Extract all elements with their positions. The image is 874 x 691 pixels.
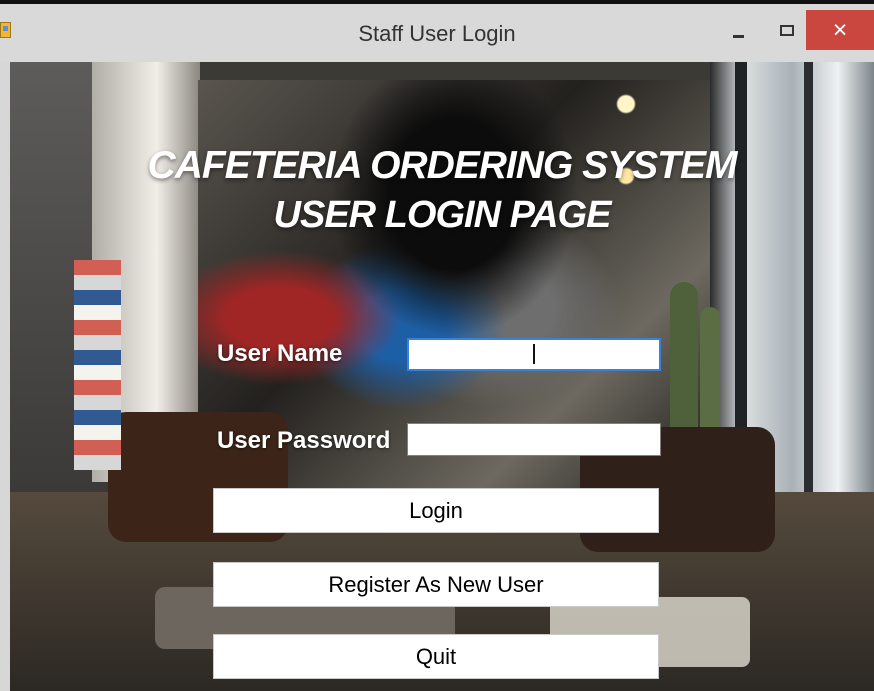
- minimize-button[interactable]: [717, 10, 759, 50]
- login-window: Staff User Login × CAFETERIA ORDERING SY…: [0, 4, 874, 691]
- page-title-line-1: CAFETERIA ORDERING SYSTEM: [147, 144, 738, 187]
- text-caret: [533, 344, 535, 364]
- maximize-icon: [780, 24, 794, 36]
- background-magazine-rack: [74, 260, 121, 470]
- maximize-button[interactable]: [766, 10, 808, 50]
- minimize-icon: [732, 34, 744, 38]
- close-button[interactable]: ×: [806, 10, 874, 50]
- title-bar: Staff User Login ×: [0, 4, 874, 62]
- login-form-area: CAFETERIA ORDERING SYSTEM USER LOGIN PAG…: [10, 62, 874, 691]
- password-input[interactable]: [407, 423, 661, 456]
- username-label: User Name: [217, 340, 343, 367]
- login-button[interactable]: Login: [213, 488, 659, 533]
- password-label: User Password: [217, 427, 391, 454]
- quit-button[interactable]: Quit: [213, 634, 659, 679]
- close-icon: ×: [832, 15, 848, 44]
- page-title-line-2: USER LOGIN PAGE: [273, 194, 612, 236]
- register-button[interactable]: Register As New User: [213, 562, 659, 607]
